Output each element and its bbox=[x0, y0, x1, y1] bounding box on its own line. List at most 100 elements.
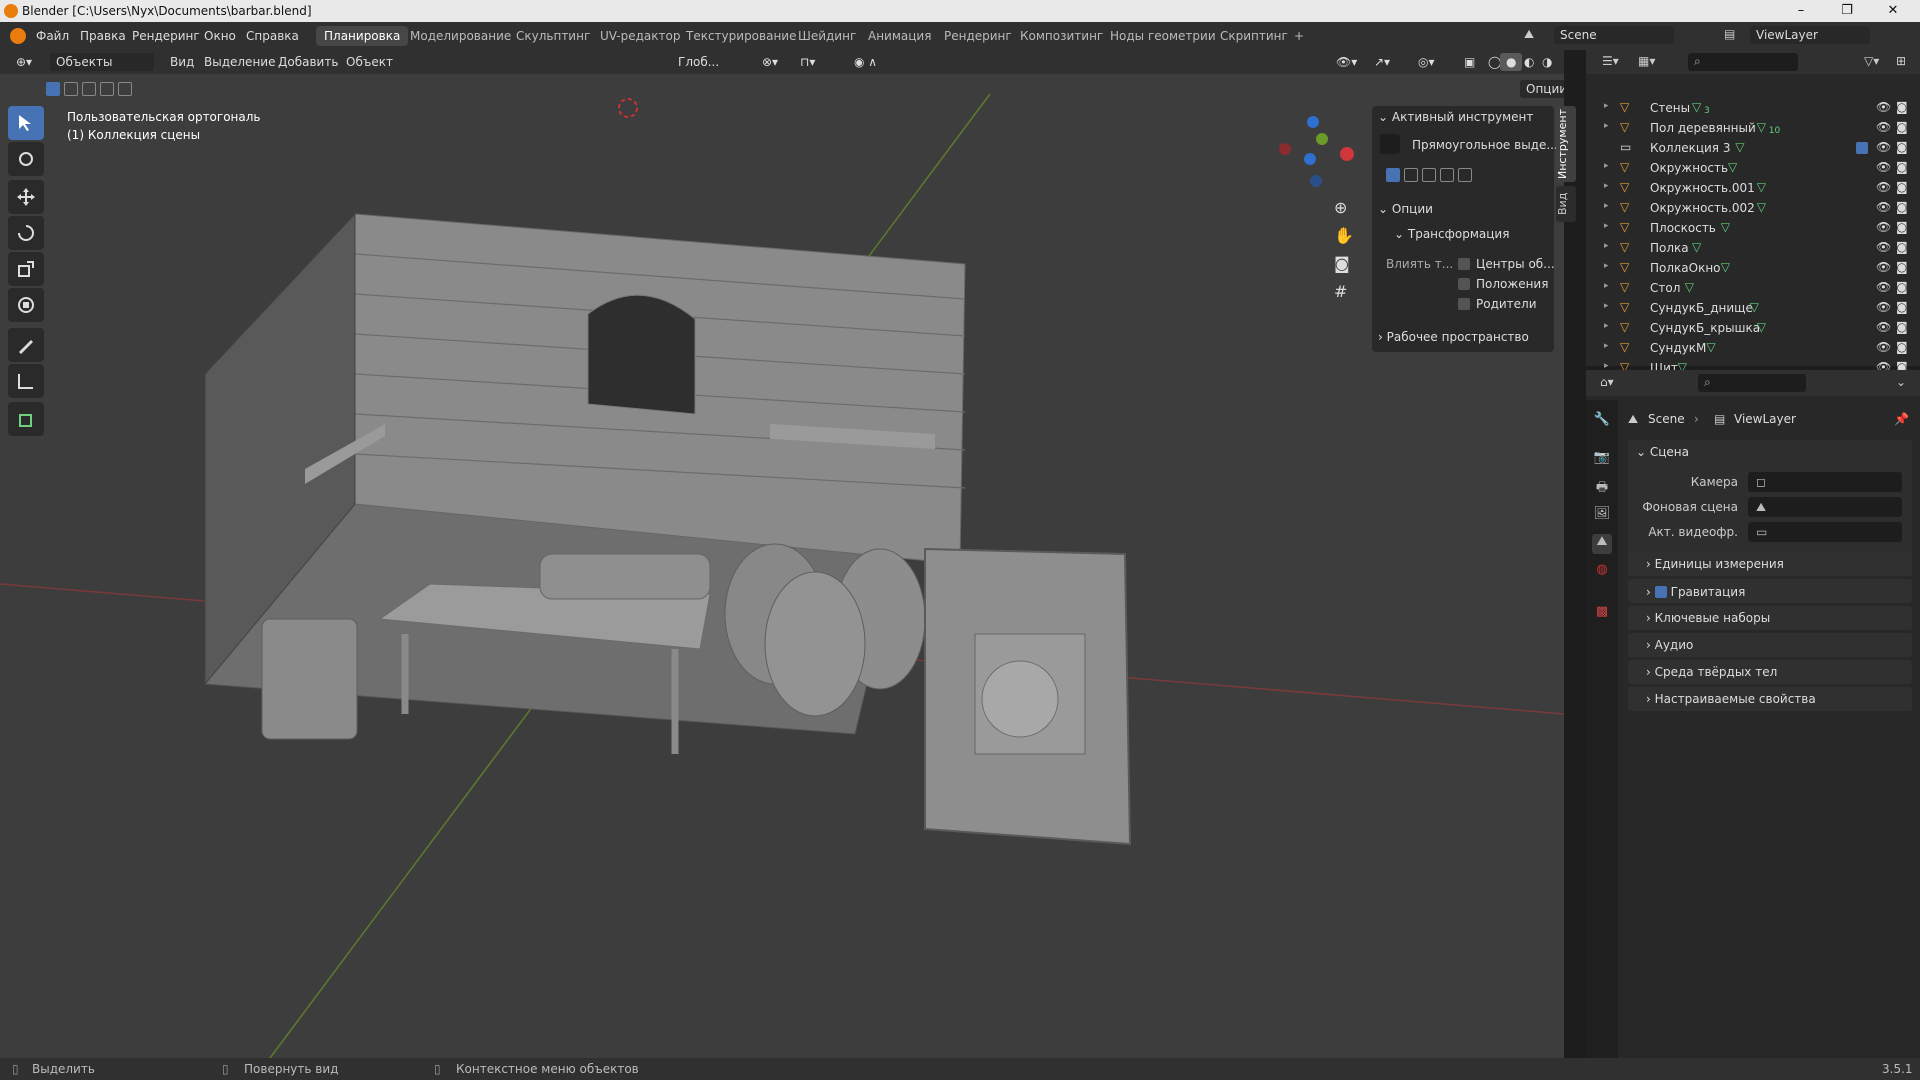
visibility-eye-icon[interactable]: 👁 bbox=[1876, 300, 1891, 314]
tab-texture[interactable]: Текстурирование bbox=[678, 26, 804, 46]
viewlayer-selector[interactable]: ViewLayer bbox=[1750, 26, 1870, 44]
new-collection-icon[interactable]: ⊞ bbox=[1896, 54, 1906, 68]
keying-sets-section[interactable]: › Ключевые наборы bbox=[1628, 606, 1912, 630]
expand-arrow-icon[interactable]: ▸ bbox=[1604, 241, 1609, 251]
expand-arrow-icon[interactable]: ▸ bbox=[1604, 181, 1609, 191]
scene-selector[interactable]: Scene bbox=[1554, 26, 1674, 44]
scene-tab-icon[interactable]: ⛰ bbox=[1592, 534, 1612, 554]
units-section[interactable]: › Единицы измерения bbox=[1628, 552, 1912, 576]
gizmo-toggle-icon[interactable]: ↗▾ bbox=[1368, 53, 1396, 71]
output-tab-icon[interactable]: 🖶 bbox=[1592, 478, 1612, 498]
outliner-row[interactable]: ▸ ▽ ПолкаОкно ▽ 👁 ◙ bbox=[1586, 258, 1920, 278]
visibility-eye-icon[interactable]: 👁 bbox=[1876, 140, 1891, 154]
zoom-icon[interactable]: ⊕ bbox=[1334, 198, 1347, 217]
select-mode-subtract-icon[interactable] bbox=[82, 82, 96, 96]
outliner-row[interactable]: ▸ ▽ Пол деревянный ▽ 10 👁 ◙ bbox=[1586, 118, 1920, 138]
rigid-body-section[interactable]: › Среда твёрдых тел bbox=[1628, 660, 1912, 684]
visibility-eye-icon[interactable]: 👁 bbox=[1876, 100, 1891, 114]
visibility-eye-icon[interactable]: 👁 bbox=[1876, 340, 1891, 354]
outliner-row[interactable]: ▸ ▽ СундукБ_днище ▽ 👁 ◙ bbox=[1586, 298, 1920, 318]
modifier-wrench-icon[interactable]: ▽ bbox=[1735, 140, 1744, 154]
editor-type-icon[interactable]: ⊕▾ bbox=[10, 53, 38, 71]
expand-arrow-icon[interactable]: ▸ bbox=[1604, 281, 1609, 291]
modifier-wrench-icon[interactable]: ▽ bbox=[1728, 160, 1737, 174]
add-workspace-button[interactable]: + bbox=[1286, 26, 1312, 46]
xray-icon[interactable]: ▣ bbox=[1458, 53, 1481, 71]
scene-panel-header[interactable]: ⌄ Сцена bbox=[1636, 445, 1689, 459]
camera-view-icon[interactable]: ◙ bbox=[1334, 254, 1350, 273]
np-mode-new-icon[interactable] bbox=[1386, 168, 1400, 182]
select-mode-invert-icon[interactable] bbox=[100, 82, 114, 96]
expand-arrow-icon[interactable]: ▸ bbox=[1604, 101, 1609, 111]
maximize-button[interactable]: ❐ bbox=[1824, 0, 1870, 22]
affect-parents-checkbox[interactable] bbox=[1458, 298, 1470, 310]
expand-arrow-icon[interactable]: ▸ bbox=[1604, 201, 1609, 211]
properties-search-input[interactable]: ⌕ bbox=[1698, 374, 1806, 392]
transform-header[interactable]: ⌄ Трансформация bbox=[1394, 227, 1509, 241]
gravity-section[interactable]: › Гравитация bbox=[1628, 579, 1912, 603]
expand-arrow-icon[interactable]: ▸ bbox=[1604, 121, 1609, 131]
shading-rendered-icon[interactable]: ◑ bbox=[1536, 53, 1558, 71]
menu-render[interactable]: Рендеринг bbox=[132, 29, 200, 43]
display-mode-icon[interactable]: ▦▾ bbox=[1638, 54, 1655, 68]
outliner-row[interactable]: ▸ ▽ СундукБ_крышка ▽ 👁 ◙ bbox=[1586, 318, 1920, 338]
tab-sculpting[interactable]: Скульптинг bbox=[508, 26, 598, 46]
tab-tool[interactable]: Инструмент bbox=[1556, 106, 1576, 182]
overlay-toggle-icon[interactable]: ◎▾ bbox=[1412, 53, 1441, 71]
pin-icon[interactable]: 📌 bbox=[1894, 412, 1909, 426]
3d-viewport[interactable]: Пользовательская ортогональ (1) Коллекци… bbox=[0, 74, 1564, 1058]
view-layer-tab-icon[interactable]: 🖼 bbox=[1592, 506, 1612, 526]
select-box-tool[interactable] bbox=[8, 106, 44, 140]
affect-locations-checkbox[interactable] bbox=[1458, 278, 1470, 290]
menu-object[interactable]: Объект bbox=[340, 53, 399, 71]
add-cube-tool[interactable] bbox=[8, 402, 44, 436]
active-clip-field[interactable]: ▭ bbox=[1748, 522, 1902, 542]
audio-section[interactable]: › Аудио bbox=[1628, 633, 1912, 657]
blender-menu-icon[interactable] bbox=[10, 28, 26, 44]
outliner-row[interactable]: ▸ ▽ Полка ▽ 👁 ◙ bbox=[1586, 238, 1920, 258]
visibility-eye-icon[interactable]: 👁 bbox=[1876, 180, 1891, 194]
active-tool-header[interactable]: ⌄ Активный инструмент bbox=[1378, 110, 1533, 124]
render-camera-icon[interactable]: ◙ bbox=[1896, 340, 1908, 354]
orientation-selector[interactable]: Глоб... bbox=[672, 53, 725, 71]
tab-scripting[interactable]: Скриптинг bbox=[1212, 26, 1296, 46]
cursor-tool[interactable] bbox=[8, 142, 44, 176]
camera-field[interactable]: ◻ bbox=[1748, 472, 1902, 492]
properties-options-icon[interactable]: ⌄ bbox=[1896, 375, 1906, 389]
filter-icon[interactable]: ▽▾ bbox=[1864, 54, 1879, 68]
np-mode-intersect-icon[interactable] bbox=[1458, 168, 1472, 182]
visibility-eye-icon[interactable]: 👁 bbox=[1876, 200, 1891, 214]
visibility-eye-icon[interactable]: 👁 bbox=[1876, 260, 1891, 274]
tab-layout[interactable]: Планировка bbox=[316, 26, 409, 46]
outliner-row[interactable]: ▸ ▽ Стены ▽ 3 👁 ◙ bbox=[1586, 98, 1920, 118]
move-tool[interactable] bbox=[8, 180, 44, 214]
snap-icon[interactable]: ⊓▾ bbox=[794, 53, 821, 71]
select-mode-intersect-icon[interactable] bbox=[118, 82, 132, 96]
render-camera-icon[interactable]: ◙ bbox=[1896, 260, 1908, 274]
np-mode-extend-icon[interactable] bbox=[1404, 168, 1418, 182]
visibility-eye-icon[interactable]: 👁 bbox=[1876, 220, 1891, 234]
measure-tool[interactable] bbox=[8, 364, 44, 398]
np-mode-subtract-icon[interactable] bbox=[1422, 168, 1436, 182]
texture-tab-icon[interactable]: ▩ bbox=[1592, 604, 1612, 624]
modifier-wrench-icon[interactable]: ▽ bbox=[1757, 200, 1766, 214]
expand-arrow-icon[interactable]: ▸ bbox=[1604, 341, 1609, 351]
render-camera-icon[interactable]: ◙ bbox=[1896, 200, 1908, 214]
menu-help[interactable]: Справка bbox=[246, 29, 299, 43]
tool-tab-icon[interactable]: 🔧 bbox=[1592, 412, 1612, 432]
gravity-checkbox[interactable] bbox=[1654, 586, 1667, 598]
expand-arrow-icon[interactable]: ▸ bbox=[1604, 161, 1609, 171]
render-camera-icon[interactable]: ◙ bbox=[1896, 160, 1908, 174]
pivot-icon[interactable]: ⊗▾ bbox=[756, 53, 784, 71]
outliner-row[interactable]: ▸ ▽ Окружность ▽ 👁 ◙ bbox=[1586, 158, 1920, 178]
render-camera-icon[interactable]: ◙ bbox=[1896, 320, 1908, 334]
outliner-row[interactable]: ▭ Коллекция 3 ▽ 👁 ◙ bbox=[1586, 138, 1920, 158]
render-camera-icon[interactable]: ◙ bbox=[1896, 180, 1908, 194]
scene-icon[interactable]: ⛰ bbox=[1524, 27, 1544, 45]
outliner-row[interactable]: ▸ ▽ Окружность.002 ▽ 👁 ◙ bbox=[1586, 198, 1920, 218]
tab-geometry-nodes[interactable]: Ноды геометрии bbox=[1102, 26, 1224, 46]
expand-arrow-icon[interactable]: ▸ bbox=[1604, 321, 1609, 331]
visibility-eye-icon[interactable]: 👁 bbox=[1876, 120, 1891, 134]
world-tab-icon[interactable]: ◍ bbox=[1592, 562, 1612, 582]
select-mode-extend-icon[interactable] bbox=[64, 82, 78, 96]
